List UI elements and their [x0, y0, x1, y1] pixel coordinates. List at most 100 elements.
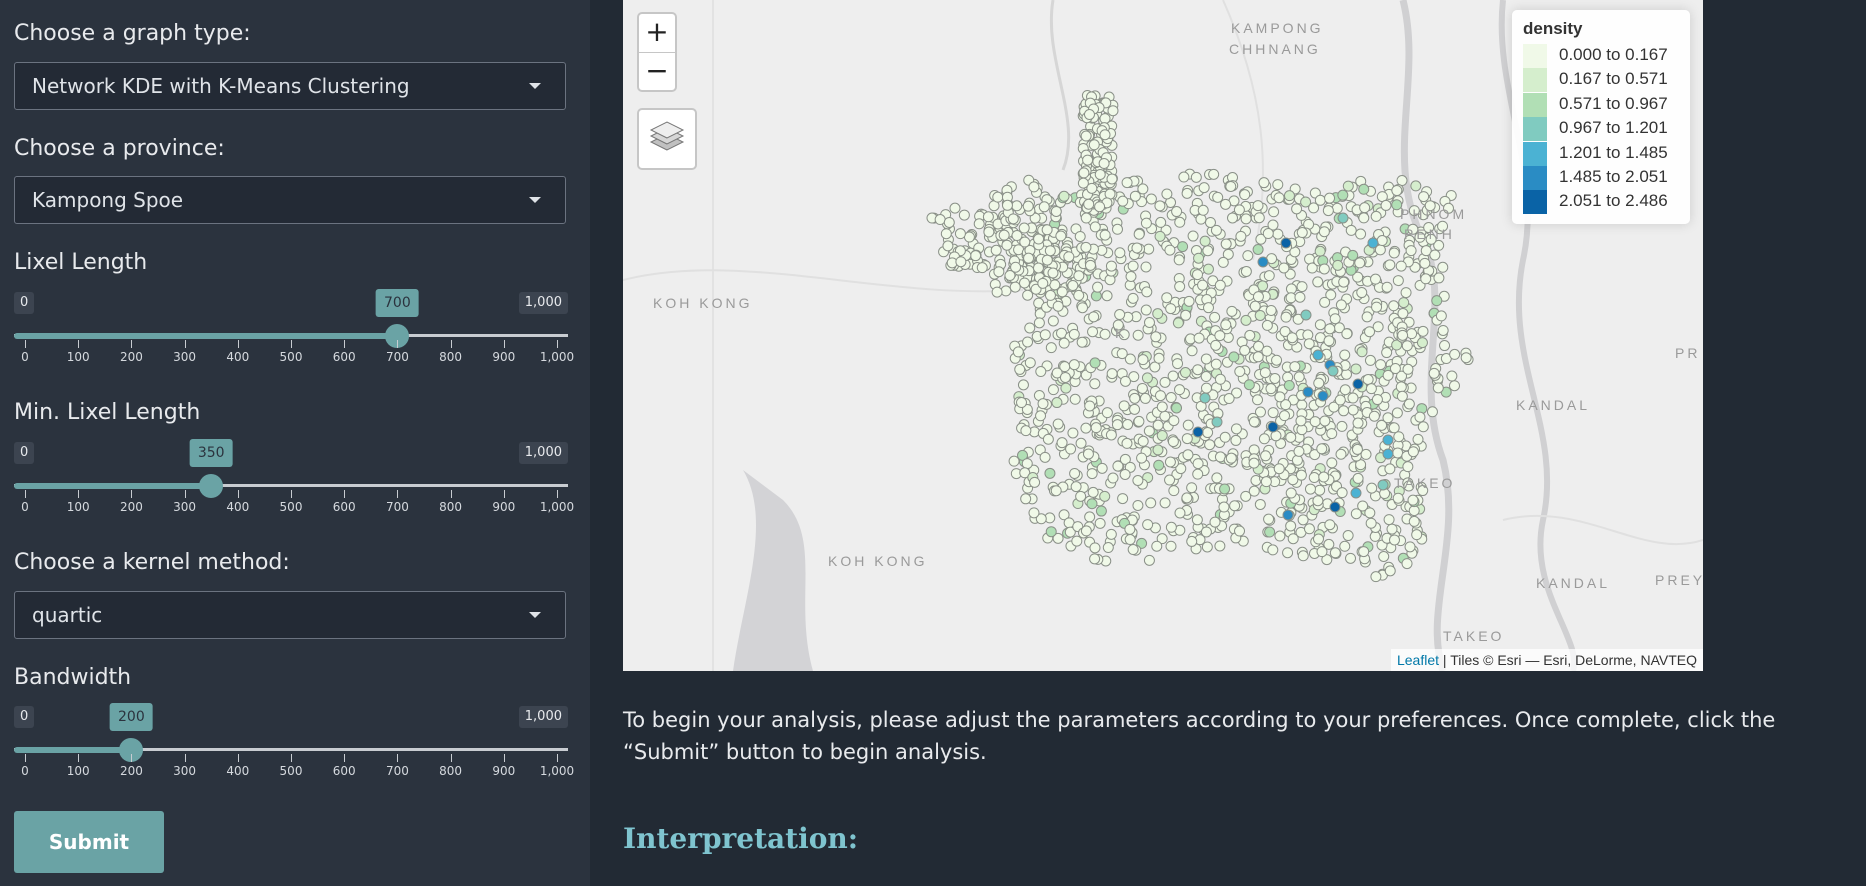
slider-tick-label: 800	[439, 500, 463, 514]
slider-min-badge: 0	[14, 292, 35, 314]
slider-value-badge: 350	[189, 439, 233, 467]
map-place-label: PR	[1675, 345, 1701, 361]
legend-label: 0.967 to 1.201	[1559, 118, 1668, 138]
slider-tick-label: 300	[173, 350, 197, 364]
legend-swatch	[1523, 44, 1547, 68]
slider-fill	[14, 333, 398, 339]
layers-button[interactable]	[637, 108, 697, 170]
slider-max-badge: 1,000	[518, 706, 568, 728]
slider-tick	[131, 754, 133, 762]
slider-tick-label: 400	[226, 764, 250, 778]
network-points	[926, 89, 1474, 583]
slider-tick	[237, 340, 239, 348]
slider-handle[interactable]	[199, 474, 224, 498]
slider-tick-label: 900	[492, 500, 516, 514]
slider-tick	[184, 340, 186, 348]
slider-tick-label: 100	[66, 500, 90, 514]
map-place-label: TAKEO	[1443, 628, 1505, 644]
leaflet-link[interactable]: Leaflet	[1397, 652, 1439, 668]
map-place-label: KOH KONG	[653, 295, 753, 311]
slider-tick-label: 700	[385, 500, 409, 514]
map-place-label: KANDAL	[1536, 575, 1611, 591]
slider-tick	[397, 340, 399, 348]
submit-button[interactable]: Submit	[14, 811, 164, 873]
slider-tick-label: 200	[119, 764, 143, 778]
zoom-out-button[interactable]: −	[639, 53, 675, 91]
slider-tick	[184, 754, 186, 762]
lixel-length-label: Lixel Length	[14, 250, 148, 275]
slider-tick-label: 300	[173, 500, 197, 514]
min-lixel-length-slider[interactable]: 0 1,000 350 0 100 200 300 400 500 600 700 800 900…	[14, 439, 574, 552]
sidebar: Choose a graph type: Network KDE with K-…	[0, 0, 590, 886]
map[interactable]: KAMPONG CHHNANG PHNOM PENH KOH KONG KOH …	[623, 0, 1703, 671]
slider-tick	[503, 490, 505, 498]
slider-tick	[503, 754, 505, 762]
legend-label: 0.571 to 0.967	[1559, 93, 1668, 113]
kernel-label: Choose a kernel method:	[14, 550, 290, 575]
slider-tick-label: 100	[66, 764, 90, 778]
province-select[interactable]: Kampong Spoe	[14, 176, 566, 224]
slider-tick-label: 100	[66, 350, 90, 364]
slider-tick-label: 200	[119, 500, 143, 514]
slider-tick	[131, 340, 133, 348]
legend-label: 0.167 to 0.571	[1559, 69, 1668, 89]
legend-label: 2.051 to 2.486	[1559, 191, 1668, 211]
slider-tick	[344, 340, 346, 348]
map-place-label: TAKEO	[1394, 475, 1456, 491]
slider-tick-label: 500	[279, 764, 303, 778]
slider-tick-label: 500	[279, 350, 303, 364]
slider-tick	[291, 754, 292, 762]
slider-tick	[25, 340, 26, 348]
legend-swatch	[1523, 92, 1547, 117]
interpretation-heading: Interpretation:	[623, 822, 859, 855]
zoom-control: + −	[637, 12, 677, 92]
kernel-select[interactable]: quartic	[14, 591, 566, 639]
slider-tick-label: 1,000	[539, 500, 575, 514]
bandwidth-slider[interactable]: 0 1,000 200 0 100 200 300 400 500 600 700 800 900…	[14, 703, 574, 816]
slider-value-badge: 700	[376, 289, 419, 317]
map-attribution: Leaflet | Tiles © Esri — Esri, DeLorme, …	[1390, 649, 1703, 671]
attribution-text: | Tiles © Esri — Esri, DeLorme, NAVTEQ	[1439, 652, 1697, 668]
slider-tick-label: 1,000	[539, 350, 575, 364]
slider-tick	[25, 490, 26, 498]
slider-tick-label: 400	[226, 500, 250, 514]
slider-max-badge: 1,000	[518, 442, 568, 464]
slider-tick-label: 0	[21, 500, 29, 514]
slider-tick-label: 900	[492, 764, 516, 778]
province-value: Kampong Spoe	[32, 188, 184, 212]
slider-tick-label: 800	[439, 764, 463, 778]
graph-type-value: Network KDE with K-Means Clustering	[32, 74, 410, 98]
slider-tick-label: 500	[279, 500, 303, 514]
slider-max-badge: 1,000	[518, 292, 568, 314]
slider-tick	[25, 754, 26, 762]
legend-title: density	[1523, 19, 1583, 38]
map-place-label: K	[1115, 325, 1128, 341]
slider-tick-label: 700	[385, 350, 409, 364]
legend-swatch	[1523, 141, 1547, 166]
slider-tick-label: 600	[332, 500, 356, 514]
slider-fill	[14, 747, 132, 753]
instructions-text: To begin your analysis, please adjust th…	[623, 708, 1776, 764]
slider-tick	[237, 490, 239, 498]
map-place-label: CHHNANG	[1229, 41, 1321, 57]
province-label: Choose a province:	[14, 136, 225, 161]
slider-tick	[397, 754, 399, 762]
slider-tick-label: 0	[21, 764, 29, 778]
lixel-length-slider[interactable]: 0 1,000 700 0 100 200 300 400 500 600 700 800 900…	[14, 289, 574, 402]
map-place-label: KANDAL	[1516, 397, 1591, 413]
legend-swatch	[1523, 166, 1547, 190]
legend-swatch	[1523, 68, 1547, 93]
slider-tick-label: 900	[492, 350, 516, 364]
map-place-label: KOH KONG	[828, 553, 928, 569]
slider-tick-label: 700	[385, 764, 409, 778]
map-place-label: PENH	[1404, 226, 1455, 242]
slider-tick	[131, 490, 133, 498]
slider-min-badge: 0	[14, 442, 35, 464]
zoom-in-button[interactable]: +	[639, 14, 675, 53]
graph-type-select[interactable]: Network KDE with K-Means Clustering	[14, 62, 566, 110]
slider-tick-label: 600	[332, 350, 356, 364]
slider-tick-label: 1,000	[539, 764, 575, 778]
slider-tick	[450, 340, 452, 348]
map-place-label: KAMPONG	[1231, 20, 1324, 36]
map-place-label: PHNOM	[1400, 206, 1468, 222]
